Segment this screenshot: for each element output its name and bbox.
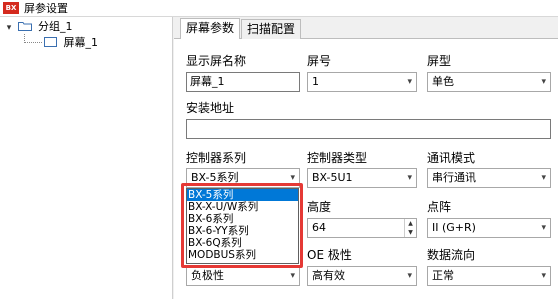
- chevron-down-icon: ▾: [290, 271, 295, 281]
- comm-mode-select[interactable]: 串行通讯 ▾: [427, 168, 551, 188]
- height-spinner[interactable]: 64 ▲ ▼: [307, 218, 417, 238]
- folder-icon: [17, 22, 32, 31]
- tree-connector: [24, 42, 42, 43]
- dot-matrix-select[interactable]: II (G+R) ▾: [427, 218, 551, 238]
- controller-type-select[interactable]: BX-5U1 ▾: [307, 168, 417, 188]
- dot-matrix-value: II (G+R): [432, 221, 476, 234]
- chevron-down-icon: ▾: [407, 173, 412, 183]
- comm-mode-label: 通讯模式: [427, 151, 476, 165]
- oe-polarity-value: 高有效: [312, 269, 345, 282]
- screen-type-label: 屏型: [427, 54, 452, 68]
- screen-number-label: 屏号: [307, 54, 332, 68]
- display-name-input[interactable]: 屏幕_1: [186, 72, 300, 92]
- data-flow-label: 数据流向: [427, 248, 476, 262]
- tree-screen-node[interactable]: 屏幕_1: [44, 35, 98, 50]
- chevron-down-icon: ▾: [541, 77, 546, 87]
- title-bar: BX 屏参设置: [0, 0, 558, 17]
- tab-screen-params[interactable]: 屏幕参数: [180, 18, 241, 39]
- chevron-down-icon: ▾: [541, 223, 546, 233]
- controller-type-label: 控制器类型: [307, 151, 368, 165]
- step-up-icon[interactable]: ▲: [405, 219, 416, 228]
- annotation-highlight-box: [181, 183, 303, 268]
- chevron-down-icon: ▾: [407, 271, 412, 281]
- app-logo-icon: BX: [3, 2, 19, 14]
- height-label: 高度: [307, 200, 332, 214]
- data-flow-value: 正常: [432, 269, 454, 282]
- screen-type-select[interactable]: 单色 ▾: [427, 72, 551, 92]
- install-address-label: 安装地址: [186, 101, 235, 115]
- chevron-down-icon: ▾: [407, 77, 412, 87]
- tree-screen-label: 屏幕_1: [63, 36, 99, 49]
- comm-mode-value: 串行通讯: [432, 171, 476, 184]
- data-flow-select[interactable]: 正常 ▾: [427, 266, 551, 286]
- screen-number-value: 1: [312, 75, 319, 88]
- window-title: 屏参设置: [24, 2, 68, 15]
- height-stepper[interactable]: ▲ ▼: [404, 219, 416, 237]
- step-down-icon[interactable]: ▼: [405, 228, 416, 237]
- data-polarity-select[interactable]: 负极性 ▾: [186, 266, 300, 286]
- chevron-down-icon: ▾: [541, 271, 546, 281]
- data-polarity-value: 负极性: [191, 269, 224, 282]
- oe-polarity-label: OE 极性: [307, 248, 352, 262]
- display-name-label: 显示屏名称: [186, 54, 247, 68]
- tab-bar: 屏幕参数 扫描配置: [174, 17, 558, 39]
- controller-type-value: BX-5U1: [312, 171, 353, 184]
- screen-icon: [44, 37, 57, 47]
- tab-scan-config[interactable]: 扫描配置: [241, 19, 302, 39]
- install-address-input[interactable]: [186, 119, 551, 139]
- screen-number-select[interactable]: 1 ▾: [307, 72, 417, 92]
- screen-tree-panel: ▾ 分组_1 屏幕_1: [0, 17, 173, 299]
- height-value: 64: [312, 221, 326, 234]
- oe-polarity-select[interactable]: 高有效 ▾: [307, 266, 417, 286]
- tree-group-node[interactable]: ▾ 分组_1: [4, 19, 73, 34]
- controller-series-label: 控制器系列: [186, 151, 247, 165]
- tree-group-label: 分组_1: [38, 20, 73, 33]
- chevron-down-icon: ▾: [541, 173, 546, 183]
- chevron-down-icon[interactable]: ▾: [4, 21, 14, 36]
- screen-type-value: 单色: [432, 75, 454, 88]
- dot-matrix-label: 点阵: [427, 200, 452, 214]
